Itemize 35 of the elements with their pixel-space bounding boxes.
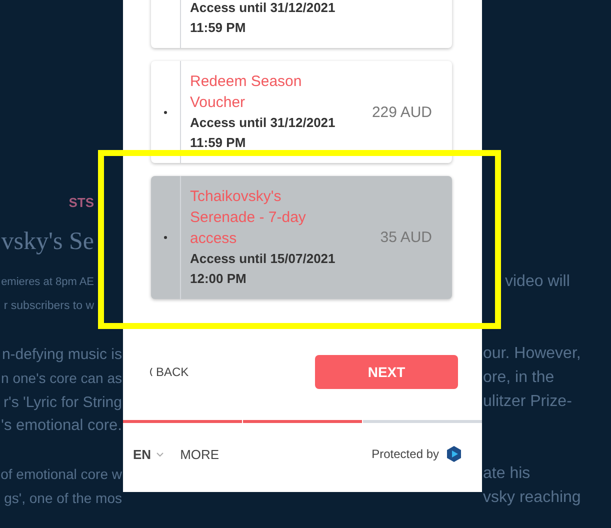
paragraph-text: emieres at 8pm AE	[1, 276, 94, 288]
caret-icon	[156, 452, 164, 456]
more-link[interactable]: MORE	[180, 446, 220, 462]
paragraph-text: video will	[505, 273, 570, 291]
paragraph-text: vsky reaching	[483, 489, 581, 507]
paragraph-text: ulitzer Prize-	[483, 393, 572, 411]
chevron-left-icon	[148, 367, 153, 377]
back-link[interactable]: BACK	[148, 365, 189, 379]
option-card[interactable]: Tchaikovsky's Serenade - 7-day access Access until 15/07/2021 12:00 PM 35 AUD	[151, 176, 452, 299]
paragraph-text: gs', one of the mos	[4, 490, 122, 506]
access-text: Access until 31/12/2021 11:59 PM	[190, 0, 336, 37]
option-card[interactable]: Redeem Season Voucher Access until 31/12/2021 11:59 PM 229 AUD	[151, 61, 452, 163]
section-label: STS	[68, 194, 94, 210]
price-text: 35 AUD	[380, 229, 432, 246]
price-text: 229 AUD	[372, 104, 432, 120]
language-selector[interactable]: EN	[133, 446, 164, 462]
paragraph-text: n one's core can as	[1, 370, 122, 386]
protected-by-text: Protected by	[372, 447, 439, 461]
radio-dot[interactable]	[164, 236, 167, 239]
paragraph-text: 's emotional core.	[1, 417, 122, 435]
page-heading: vsky's Se	[1, 228, 94, 256]
option-card[interactable]: Access until 31/12/2021 11:59 PM	[151, 0, 452, 48]
radio-dot[interactable]	[164, 110, 167, 114]
option-title: Tchaikovsky's Serenade - 7-day access	[190, 187, 307, 249]
hexagon-play-logo-icon	[445, 445, 463, 463]
paragraph-text: r's 'Lyric for String	[3, 394, 122, 410]
paragraph-text: n-defying music is	[2, 346, 122, 362]
paragraph-text: ore, in the	[483, 369, 554, 387]
access-text: Access until 31/12/2021 11:59 PM	[190, 114, 336, 152]
paragraph-text: our. However,	[483, 345, 581, 363]
paragraph-text: ate his	[483, 465, 530, 483]
access-text: Access until 15/07/2021 12:00 PM	[190, 250, 336, 288]
option-title: Redeem Season Voucher	[190, 72, 303, 113]
paragraph-text: r subscribers to w	[4, 300, 94, 312]
paragraph-text: of emotional core w	[0, 466, 122, 482]
